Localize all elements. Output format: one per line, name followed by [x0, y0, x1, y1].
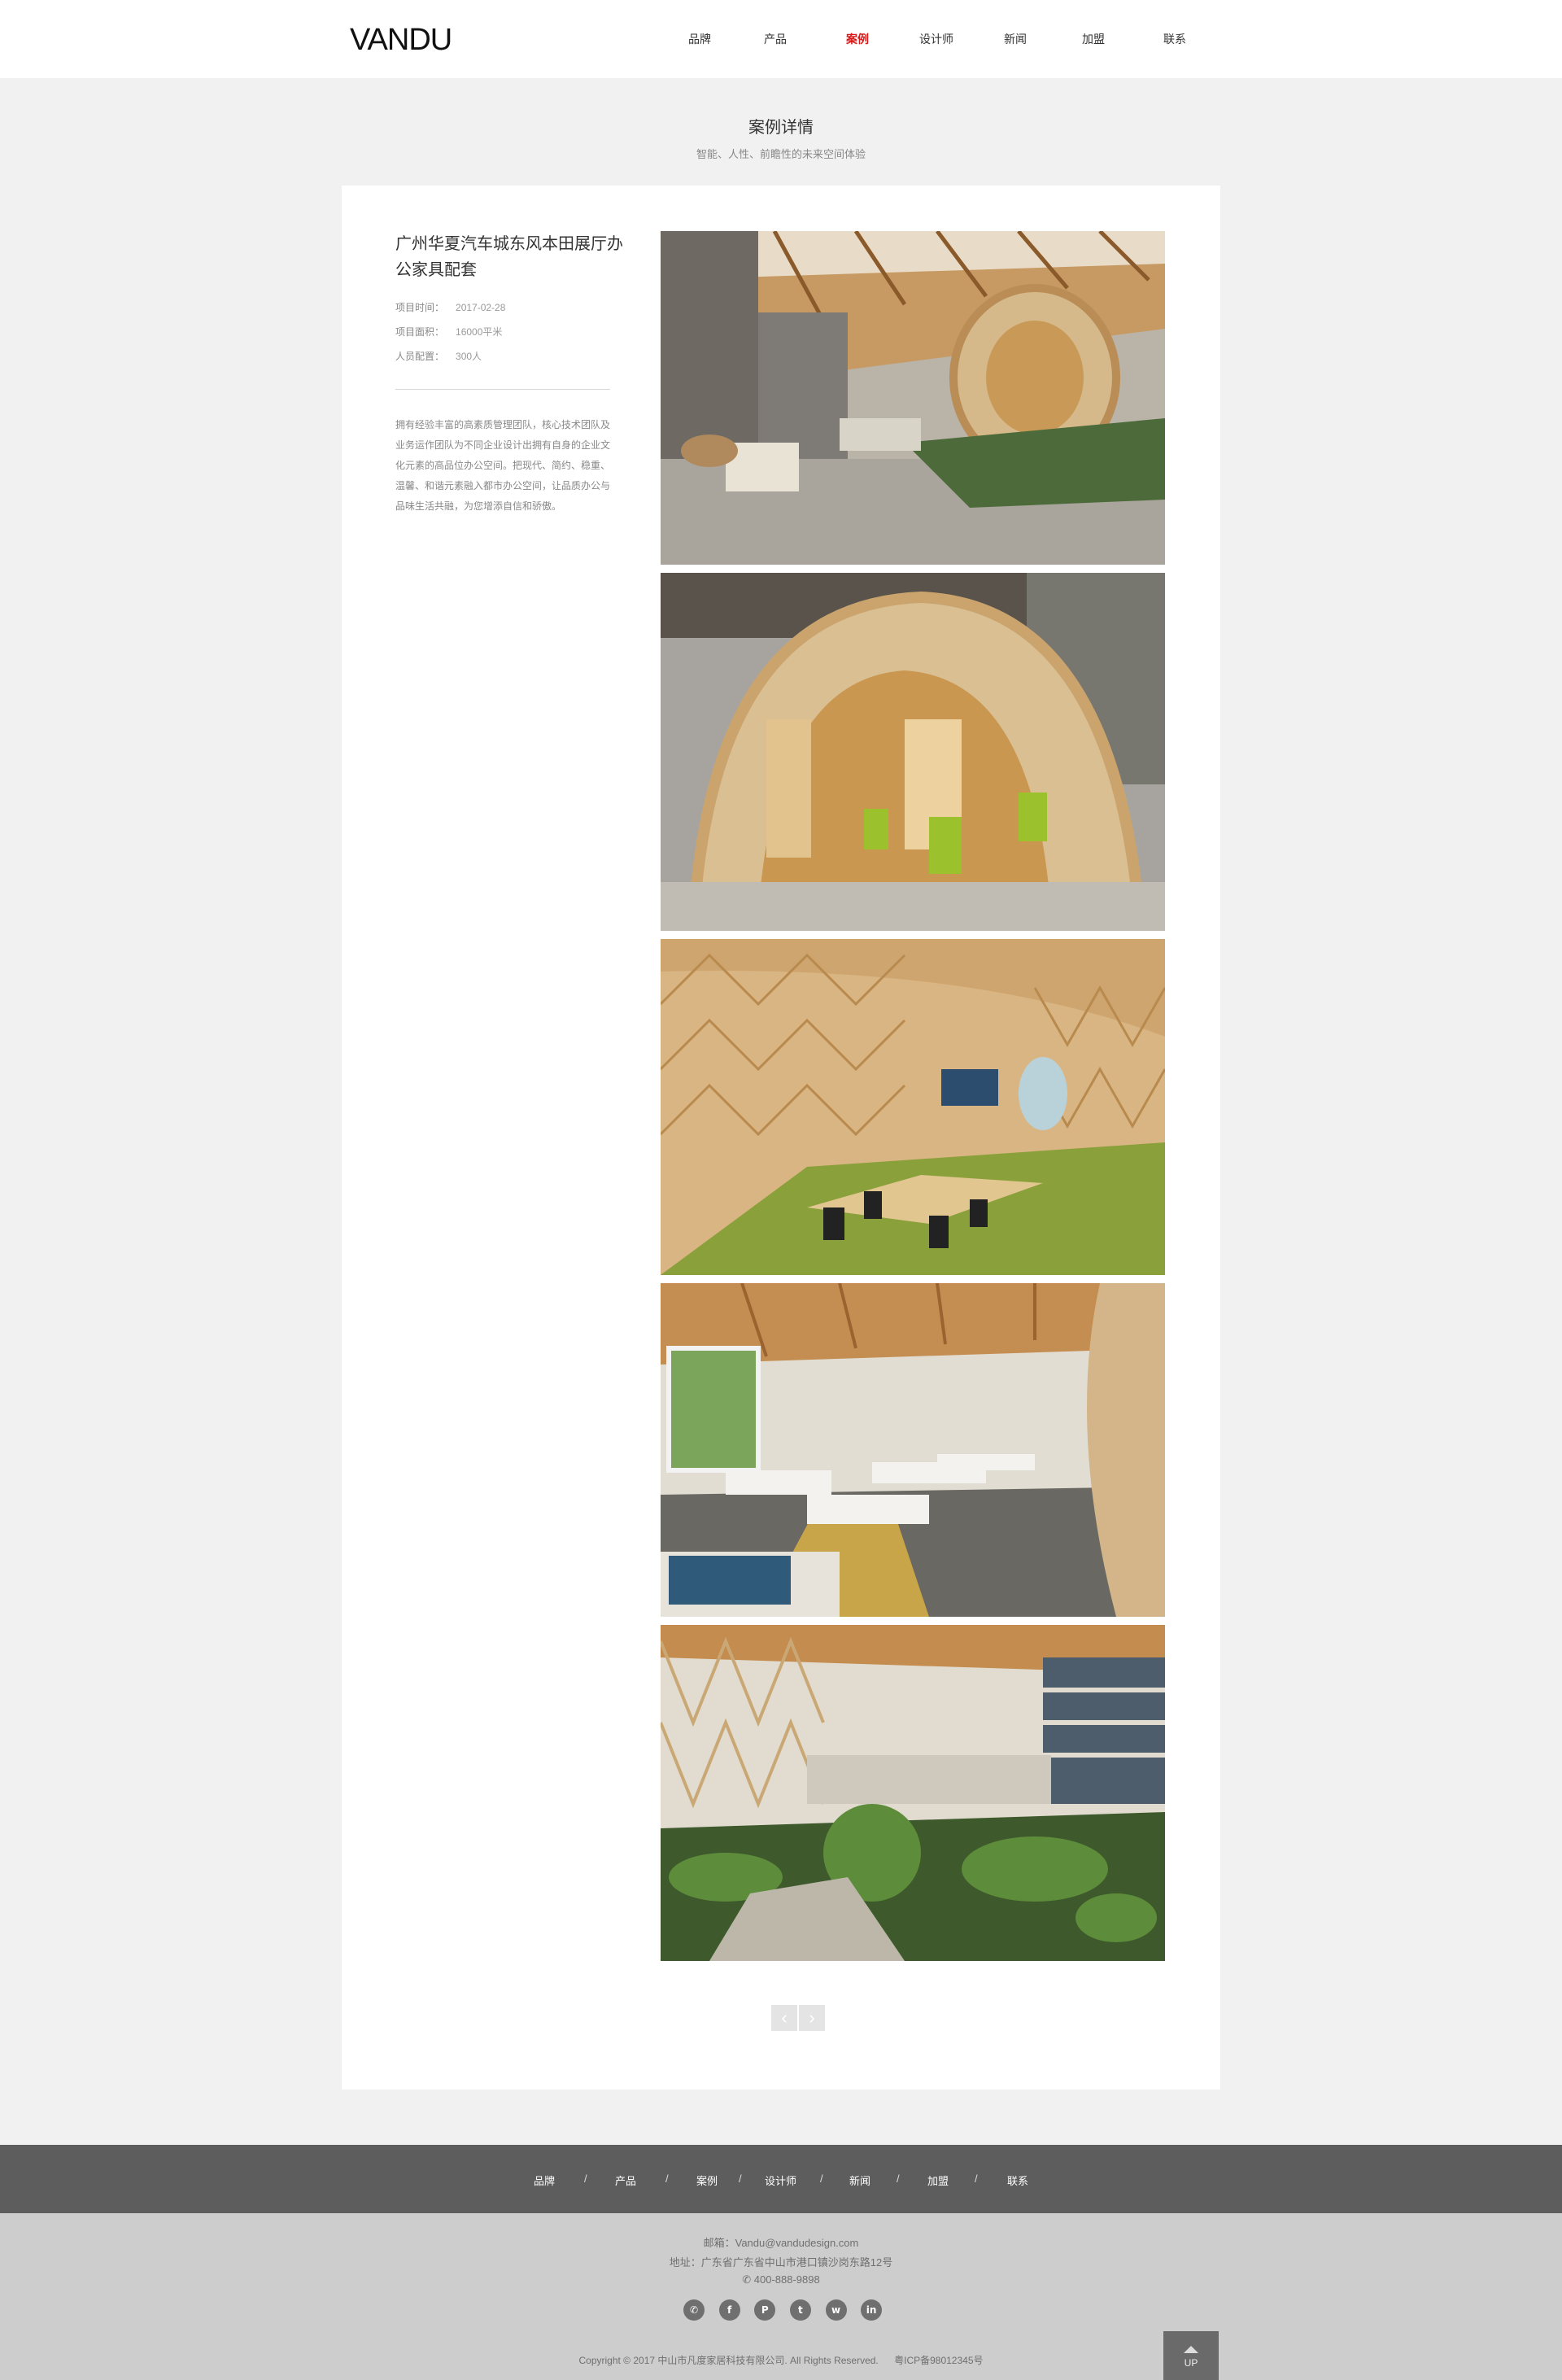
wooden-meeting-room-photo[interactable]: [661, 939, 1165, 1275]
pinterest-icon[interactable]: P: [754, 2299, 776, 2321]
footer-nav-brand[interactable]: 品牌: [534, 2173, 555, 2188]
footer-nav-products[interactable]: 产品: [615, 2173, 636, 2188]
nav-item-products[interactable]: 产品: [764, 31, 787, 47]
case-detail-card: 广州华夏汽车城东风本田展厅办公家具配套 项目时间： 2017-02-28 项目面积…: [342, 186, 1220, 2090]
footer-address: 地址：广东省广东省中山市港口镇沙岗东路12号: [669, 2256, 893, 2269]
back-to-top-label: UP: [1184, 2357, 1198, 2369]
page-subtitle: 智能、人性、前瞻性的未来空间体验: [696, 148, 866, 160]
footer-phone: 400-888-9898: [753, 2273, 820, 2286]
footer-copyright: Copyright © 2017 中山市凡度家居科技有限公司. All Righ…: [578, 2355, 879, 2366]
wechat-glyph: ✆: [689, 2304, 699, 2316]
footer-nav-separator: /: [665, 2173, 669, 2185]
open-workspace-photo[interactable]: [661, 1283, 1165, 1617]
back-to-top-button[interactable]: UP: [1163, 2331, 1219, 2380]
footer-nav-separator: /: [975, 2173, 978, 2185]
meta-label: 项目时间：: [395, 302, 445, 313]
meta-label: 项目面积：: [395, 326, 445, 338]
pinterest-glyph: P: [761, 2304, 769, 2316]
footer-nav-separator: /: [897, 2173, 900, 2185]
project-meta: 项目时间： 2017-02-28 项目面积： 16000平米 人员配置： 300人: [395, 295, 623, 369]
meta-label: 人员配置：: [395, 351, 445, 362]
nav-item-franchise[interactable]: 加盟: [1082, 31, 1105, 47]
footer-email: 邮箱：Vandu@vandudesign.com: [703, 2237, 859, 2249]
footer-nav-cases[interactable]: 案例: [696, 2173, 718, 2188]
social-links: ✆ f P t w in: [683, 2299, 893, 2321]
page-title: 案例详情: [748, 119, 814, 137]
meta-value: 16000平米: [456, 326, 503, 338]
wechat-icon[interactable]: ✆: [683, 2299, 705, 2321]
nav-item-contact[interactable]: 联系: [1163, 31, 1186, 47]
arrow-up-icon: [1184, 2346, 1198, 2353]
footer-copyright-row: Copyright © 2017 中山市凡度家居科技有限公司. All Righ…: [0, 2353, 1562, 2367]
weibo-icon[interactable]: w: [825, 2299, 847, 2321]
footer-nav-separator: /: [739, 2173, 742, 2185]
meta-value: 300人: [456, 351, 482, 362]
meta-row-area: 项目面积： 16000平米: [395, 320, 623, 344]
footer-nav-franchise[interactable]: 加盟: [927, 2173, 949, 2188]
wooden-pod-lounge-photo[interactable]: [661, 573, 1165, 931]
meta-row-staff: 人员配置： 300人: [395, 344, 623, 369]
gallery-pager: ‹ ›: [771, 2005, 827, 2031]
photo-gallery: [661, 231, 1165, 1969]
main-nav: 品牌 产品 案例 设计师 新闻 加盟 联系: [0, 31, 1562, 47]
facebook-icon[interactable]: f: [718, 2299, 740, 2321]
prev-button[interactable]: ‹: [771, 2005, 797, 2031]
project-title: 广州华夏汽车城东风本田展厅办公家具配套: [395, 235, 623, 279]
linkedin-icon[interactable]: in: [861, 2299, 883, 2321]
facebook-glyph: f: [727, 2304, 732, 2316]
meta-row-date: 项目时间： 2017-02-28: [395, 295, 623, 320]
nav-item-brand[interactable]: 品牌: [688, 31, 711, 47]
indoor-garden-photo[interactable]: [661, 1625, 1165, 1961]
footer-phone-row: ✆ 400-888-9898: [0, 2273, 1562, 2286]
twitter-icon[interactable]: t: [789, 2299, 811, 2321]
site-header: VANDU 品牌 产品 案例 设计师 新闻 加盟 联系: [0, 0, 1562, 78]
next-button[interactable]: ›: [799, 2005, 825, 2031]
footer-nav-news[interactable]: 新闻: [849, 2173, 870, 2188]
nav-item-designers[interactable]: 设计师: [919, 31, 953, 47]
footer-icp[interactable]: 粤ICP备98012345号: [894, 2355, 983, 2366]
page-heading: 案例详情 智能、人性、前瞻性的未来空间体验: [0, 114, 1562, 161]
footer-nav-separator: /: [584, 2173, 587, 2185]
footer-nav-separator: /: [820, 2173, 823, 2185]
site-footer: 邮箱：Vandu@vandudesign.com 地址：广东省广东省中山市港口镇…: [0, 2213, 1562, 2380]
nav-item-cases[interactable]: 案例: [846, 31, 869, 47]
twitter-glyph: t: [798, 2304, 803, 2316]
footer-nav-contact[interactable]: 联系: [1007, 2173, 1028, 2188]
meta-value: 2017-02-28: [456, 302, 506, 313]
footer-nav-designers[interactable]: 设计师: [765, 2173, 796, 2188]
footer-nav: 品牌 / 产品 / 案例 / 设计师 / 新闻 / 加盟 / 联系: [0, 2145, 1562, 2213]
office-atrium-photo[interactable]: [661, 231, 1165, 565]
weibo-glyph: w: [831, 2304, 841, 2316]
nav-item-news[interactable]: 新闻: [1004, 31, 1027, 47]
project-description: 拥有经验丰富的高素质管理团队，核心技术团队及业务运作团队为不同企业设计出拥有自身…: [395, 419, 611, 512]
linkedin-glyph: in: [866, 2304, 877, 2316]
phone-icon: ✆: [742, 2273, 754, 2286]
meta-divider: [395, 389, 610, 390]
